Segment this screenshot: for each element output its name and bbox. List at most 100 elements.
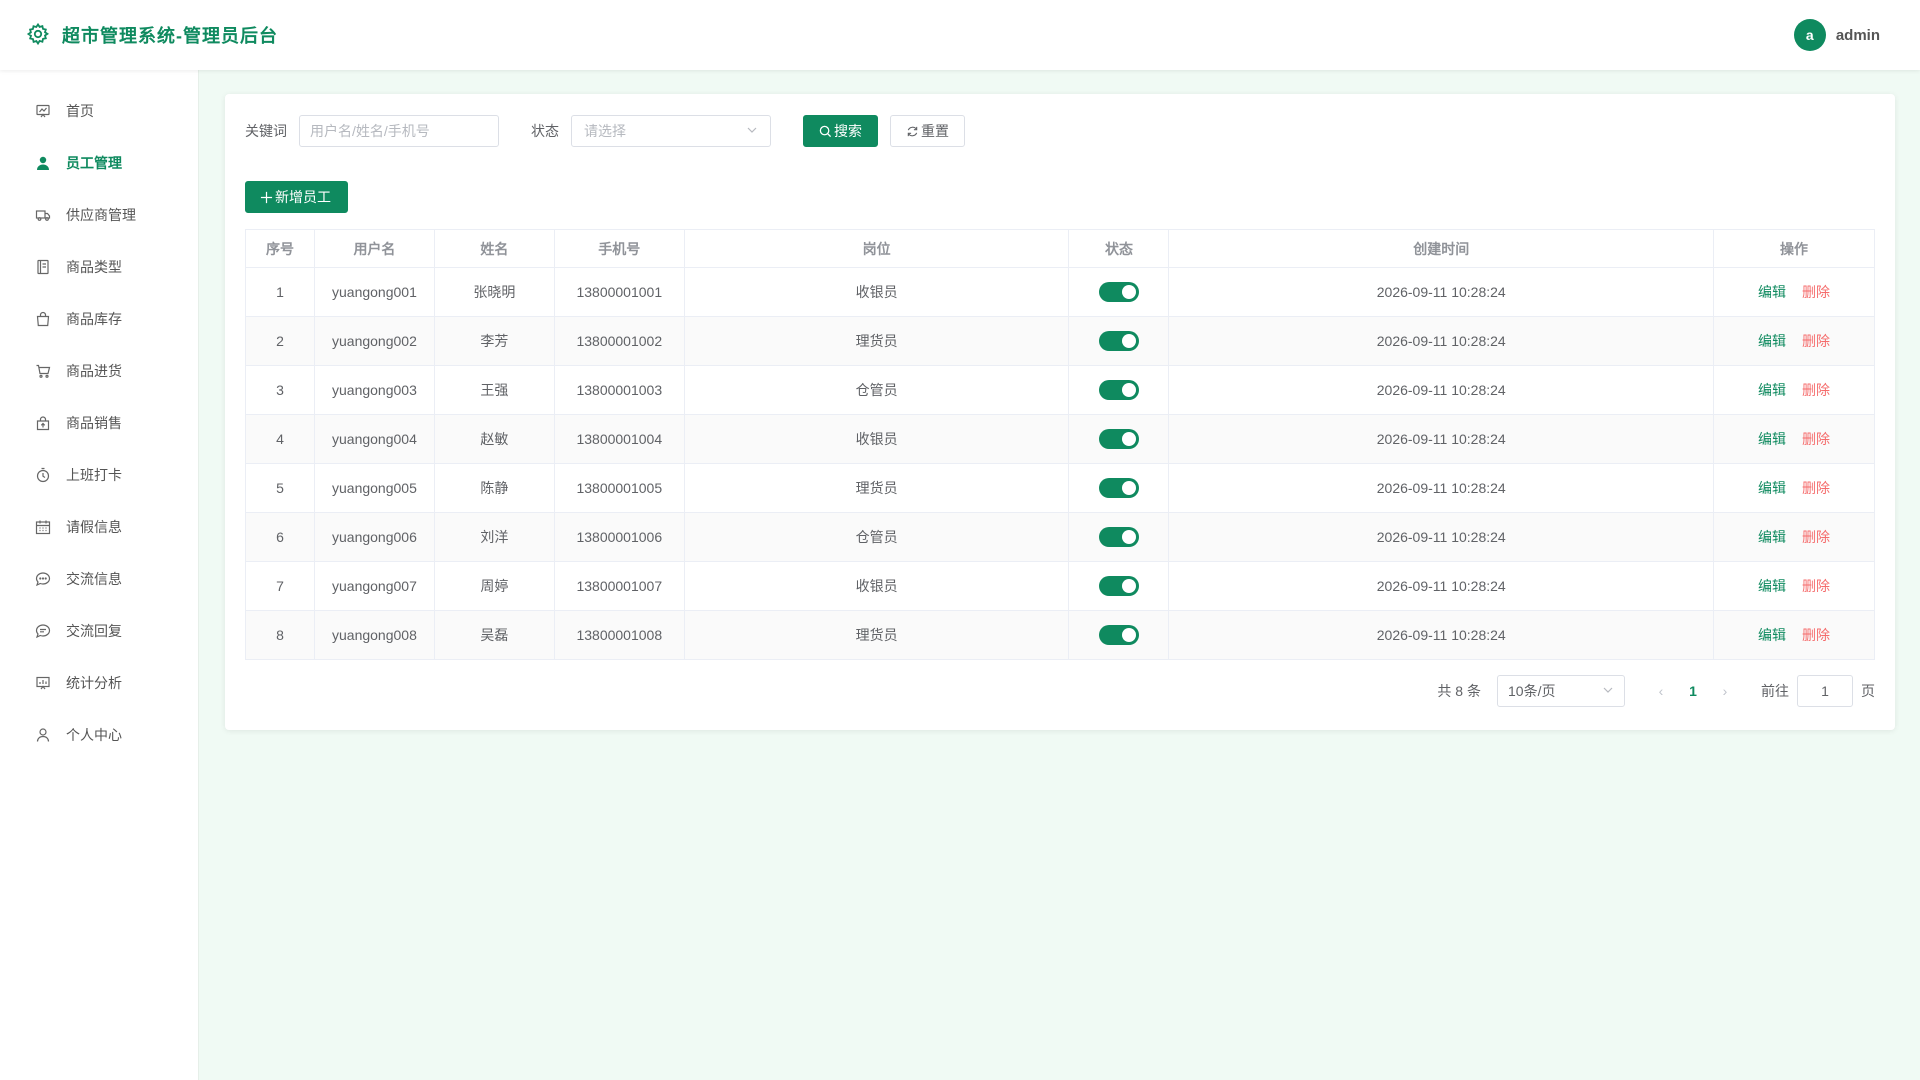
sidebar-item-7[interactable]: 上班打卡: [0, 449, 198, 501]
data-board-icon: [34, 674, 52, 692]
user-menu[interactable]: a admin: [1793, 19, 1880, 51]
cell-actions: 编辑 删除: [1713, 365, 1875, 415]
sidebar-item-5[interactable]: 商品进货: [0, 345, 198, 397]
edit-button[interactable]: 编辑: [1758, 382, 1786, 398]
column-header: 岗位: [683, 229, 1070, 268]
sidebar-item-11[interactable]: 统计分析: [0, 657, 198, 709]
chevron-down-icon: [1602, 683, 1614, 699]
shopping-bag-icon: [34, 310, 52, 328]
plus-icon: [260, 191, 273, 203]
cell-post: 收银员: [683, 267, 1070, 317]
column-header: 姓名: [433, 229, 555, 268]
stopwatch-icon: [34, 466, 52, 484]
status-select[interactable]: 请选择: [571, 115, 771, 147]
add-employee-label: 新增员工: [275, 189, 331, 205]
status-label: 状态: [531, 123, 559, 139]
sidebar-item-10[interactable]: 交流回复: [0, 605, 198, 657]
cell-post: 理货员: [683, 463, 1070, 513]
search-button[interactable]: 搜索: [803, 115, 878, 147]
cell-no: 6: [245, 512, 315, 562]
table-row: 2 yuangong002 李芳 13800001002 理货员 2026-09-11 1…: [245, 316, 1875, 366]
status-switch[interactable]: [1098, 478, 1139, 498]
cell-username: yuangong008: [313, 610, 435, 660]
prev-page-icon[interactable]: ‹: [1649, 683, 1673, 699]
reset-button[interactable]: 重置: [890, 115, 965, 147]
status-switch[interactable]: [1098, 282, 1139, 302]
employee-table: 序号 用户名 姓名 手机号 岗位 状态 创建时间 操作 1 yuangong001 张晓明 1380…: [245, 229, 1875, 660]
page-size-select[interactable]: 10条/页: [1497, 675, 1625, 707]
edit-button[interactable]: 编辑: [1758, 480, 1786, 496]
cell-status: [1068, 316, 1170, 366]
edit-button[interactable]: 编辑: [1758, 284, 1786, 300]
column-header: 创建时间: [1168, 229, 1715, 268]
sidebar-item-2[interactable]: 供应商管理: [0, 189, 198, 241]
delete-button[interactable]: 删除: [1802, 627, 1830, 643]
cell-no: 1: [245, 267, 315, 317]
sidebar-item-6[interactable]: 商品销售: [0, 397, 198, 449]
status-select-placeholder: 请选择: [584, 123, 626, 139]
delete-button[interactable]: 删除: [1802, 529, 1830, 545]
column-header: 操作: [1713, 229, 1875, 268]
table-header-row: 序号 用户名 姓名 手机号 岗位 状态 创建时间 操作: [245, 229, 1875, 268]
status-switch[interactable]: [1098, 625, 1139, 645]
cell-post: 仓管员: [683, 512, 1070, 562]
cell-phone: 13800001004: [553, 414, 685, 464]
cell-status: [1068, 267, 1170, 317]
cell-actions: 编辑 删除: [1713, 463, 1875, 513]
avatar[interactable]: a: [1793, 19, 1826, 51]
sidebar-item-label: 交流回复: [66, 623, 122, 639]
cell-name: 李芳: [433, 316, 555, 366]
sidebar-item-label: 供应商管理: [66, 207, 136, 223]
sidebar-item-label: 上班打卡: [66, 467, 122, 483]
edit-button[interactable]: 编辑: [1758, 578, 1786, 594]
delete-button[interactable]: 删除: [1802, 578, 1830, 594]
cell-no: 4: [245, 414, 315, 464]
sidebar-item-1[interactable]: 员工管理: [0, 137, 198, 189]
keyword-input[interactable]: [299, 115, 499, 147]
status-switch[interactable]: [1098, 576, 1139, 596]
username[interactable]: admin: [1836, 27, 1880, 44]
sidebar-item-label: 商品类型: [66, 259, 122, 275]
sidebar-item-0[interactable]: 首页: [0, 85, 198, 137]
column-header: 状态: [1068, 229, 1170, 268]
add-employee-button[interactable]: 新增员工: [245, 181, 348, 213]
status-switch[interactable]: [1098, 380, 1139, 400]
cell-status: [1068, 610, 1170, 660]
cell-phone: 13800001007: [553, 561, 685, 611]
edit-button[interactable]: 编辑: [1758, 431, 1786, 447]
edit-button[interactable]: 编辑: [1758, 529, 1786, 545]
cell-post: 理货员: [683, 316, 1070, 366]
sidebar: 首页 员工管理供应商管理商品类型商品库存商品进货商品销售上班打卡请假信息 交流信息交…: [0, 70, 199, 1080]
cell-name: 张晓明: [433, 267, 555, 317]
delete-button[interactable]: 删除: [1802, 382, 1830, 398]
pagination: 共 8 条 10条/页 ‹ 1 › 前往 页: [1437, 675, 1875, 707]
app-title: 超市管理系统-管理员后台: [62, 26, 278, 46]
edit-button[interactable]: 编辑: [1758, 333, 1786, 349]
delete-button[interactable]: 删除: [1802, 333, 1830, 349]
status-switch[interactable]: [1098, 527, 1139, 547]
notebook-icon: [34, 258, 52, 276]
delete-button[interactable]: 删除: [1802, 480, 1830, 496]
search-icon: [819, 125, 832, 137]
delete-button[interactable]: 删除: [1802, 284, 1830, 300]
sidebar-item-3[interactable]: 商品类型: [0, 241, 198, 293]
sidebar-item-4[interactable]: 商品库存: [0, 293, 198, 345]
gear-icon: [26, 22, 50, 49]
sidebar-item-12[interactable]: 个人中心: [0, 709, 198, 761]
column-header: 序号: [245, 229, 315, 268]
edit-button[interactable]: 编辑: [1758, 627, 1786, 643]
status-switch[interactable]: [1098, 331, 1139, 351]
cell-no: 8: [245, 610, 315, 660]
search-form: 关键词 状态 请选择 搜索 重置: [245, 115, 965, 147]
goto-page-input[interactable]: [1797, 675, 1853, 707]
sidebar-item-8[interactable]: 请假信息: [0, 501, 198, 553]
sidebar-item-9[interactable]: 交流信息: [0, 553, 198, 605]
next-page-icon[interactable]: ›: [1713, 683, 1737, 699]
delete-button[interactable]: 删除: [1802, 431, 1830, 447]
page-number-current[interactable]: 1: [1673, 683, 1713, 699]
table-row: 4 yuangong004 赵敏 13800001004 收银员 2026-09-11 1…: [245, 414, 1875, 464]
column-header: 手机号: [553, 229, 685, 268]
truck-icon: [34, 206, 52, 224]
sidebar-item-label: 商品进货: [66, 363, 122, 379]
status-switch[interactable]: [1098, 429, 1139, 449]
